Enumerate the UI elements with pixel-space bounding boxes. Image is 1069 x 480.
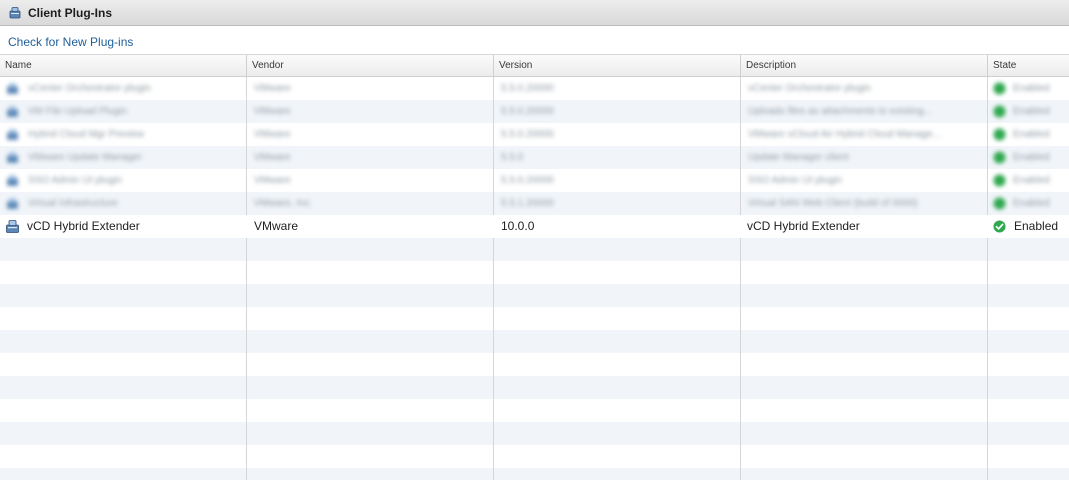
table-row[interactable]: VM File Upload Plugin VMware 5.5.0.20000… <box>0 100 1069 123</box>
enabled-check-icon <box>993 197 1006 210</box>
row-state: Enabled <box>1013 198 1050 209</box>
plugin-icon <box>7 175 18 186</box>
row-description: Update Manager client <box>748 152 849 163</box>
table-header: Name Vendor Version Description State <box>0 54 1069 77</box>
row-version: 5.5.0.20000 <box>501 175 554 186</box>
row-description: Uploads files as attachments to existing… <box>748 106 932 117</box>
row-name: Hybrid Cloud Mgr Preview <box>28 129 145 140</box>
enabled-check-icon <box>993 174 1006 187</box>
row-description: vCenter Orchestrator plugin <box>748 83 871 94</box>
row-vendor: VMware <box>254 175 291 186</box>
row-vendor: VMware, Inc. <box>254 198 313 209</box>
row-version: 5.5.1.20000 <box>501 198 554 209</box>
row-description: vCD Hybrid Extender <box>747 219 860 233</box>
table-row-vcd-hybrid-extender[interactable]: vCD Hybrid Extender VMware 10.0.0 vCD Hy… <box>0 215 1069 238</box>
table-row[interactable]: Hybrid Cloud Mgr Preview VMware 5.5.0.20… <box>0 123 1069 146</box>
table-row[interactable]: VMware Update Manager VMware 5.5.0 Updat… <box>0 146 1069 169</box>
row-vendor: VMware <box>254 129 291 140</box>
table-row[interactable]: Virtual Infrastructure VMware, Inc. 5.5.… <box>0 192 1069 215</box>
window-title: Client Plug-Ins <box>28 5 112 20</box>
plugin-icon <box>7 129 18 140</box>
column-header-vendor[interactable]: Vendor <box>247 55 494 76</box>
plugin-icon <box>7 198 18 209</box>
row-name: Virtual Infrastructure <box>28 198 118 209</box>
column-header-state[interactable]: State <box>988 55 1069 76</box>
plugin-icon <box>6 220 19 233</box>
window-titlebar: Client Plug-Ins <box>0 0 1069 26</box>
enabled-check-icon <box>993 105 1006 118</box>
enabled-check-icon <box>993 220 1006 233</box>
enabled-check-icon <box>993 151 1006 164</box>
row-name: SSO Admin UI plugin <box>28 175 122 186</box>
row-version: 5.5.0.20000 <box>501 83 554 94</box>
row-description: SSO Admin UI plugin <box>748 175 842 186</box>
row-version: 5.5.0.20000 <box>501 106 554 117</box>
row-name: vCD Hybrid Extender <box>27 219 140 233</box>
plugin-icon <box>9 6 21 18</box>
enabled-check-icon <box>993 82 1006 95</box>
action-row: Check for New Plug-ins <box>0 26 1069 54</box>
row-version: 5.5.0 <box>501 152 524 163</box>
row-name: VM File Upload Plugin <box>28 106 127 117</box>
plugins-table-body: vCenter Orchestrator plugin VMware 5.5.0… <box>0 77 1069 480</box>
plugin-icon <box>7 106 18 117</box>
column-header-version[interactable]: Version <box>494 55 741 76</box>
row-state: Enabled <box>1013 106 1050 117</box>
row-version: 10.0.0 <box>501 219 535 233</box>
row-vendor: VMware <box>254 219 299 233</box>
row-vendor: VMware <box>254 83 291 94</box>
row-state: Enabled <box>1013 152 1050 163</box>
plugin-icon <box>7 83 18 94</box>
column-header-name[interactable]: Name <box>0 55 247 76</box>
row-name: VMware Update Manager <box>28 152 142 163</box>
table-row[interactable]: SSO Admin UI plugin VMware 5.5.0.20000 S… <box>0 169 1069 192</box>
row-state: Enabled <box>1013 175 1050 186</box>
row-state: Enabled <box>1014 219 1059 233</box>
row-vendor: VMware <box>254 106 291 117</box>
row-description: Virtual SAN Web Client (build of 0000) <box>748 198 918 209</box>
plugin-icon <box>7 152 18 163</box>
row-description: VMware vCloud Air Hybrid Cloud Manage... <box>748 129 941 140</box>
table-row[interactable]: vCenter Orchestrator plugin VMware 5.5.0… <box>0 77 1069 100</box>
enabled-check-icon <box>993 128 1006 141</box>
row-state: Enabled <box>1013 129 1050 140</box>
row-version: 5.5.0.20000 <box>501 129 554 140</box>
check-new-plugins-link[interactable]: Check for New Plug-ins <box>8 35 133 49</box>
row-name: vCenter Orchestrator plugin <box>28 83 151 94</box>
row-state: Enabled <box>1013 83 1050 94</box>
row-vendor: VMware <box>254 152 291 163</box>
column-header-description[interactable]: Description <box>741 55 988 76</box>
